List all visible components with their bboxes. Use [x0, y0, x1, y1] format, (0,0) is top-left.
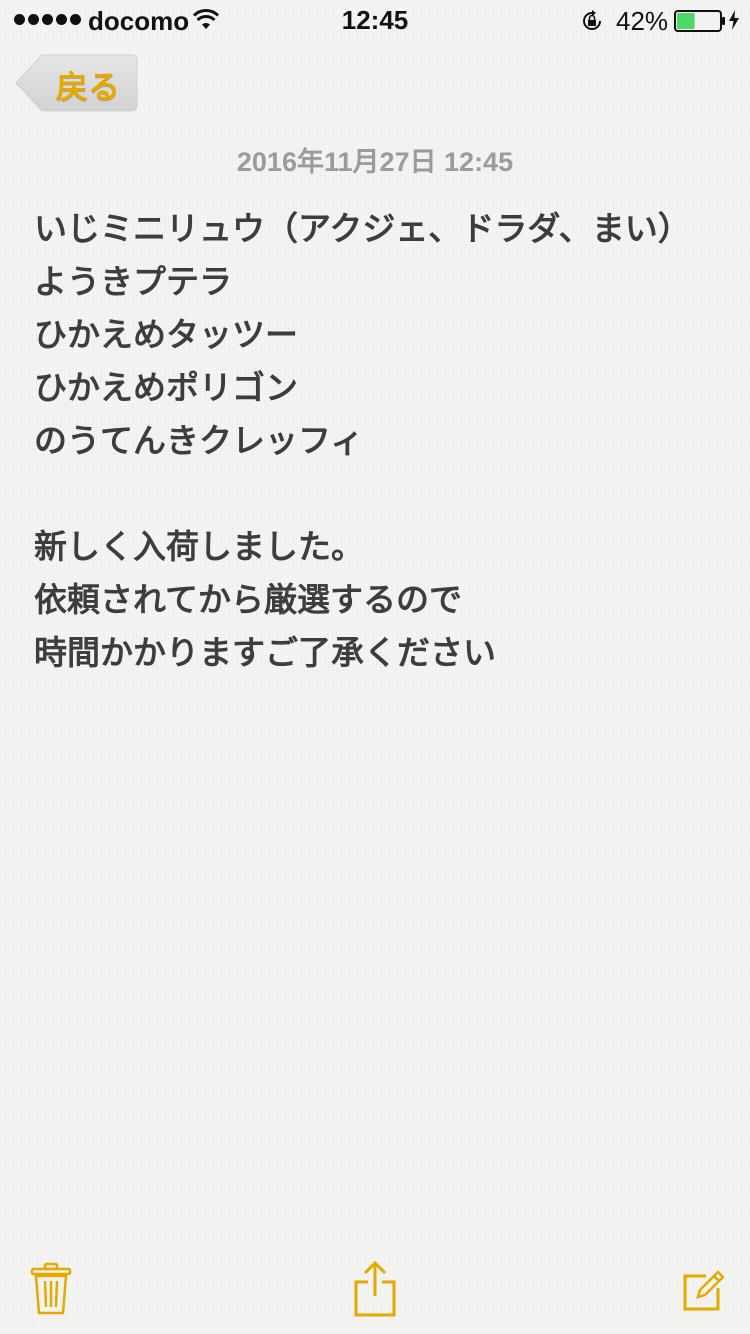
note-line: のうてんきクレッフィ: [34, 421, 364, 460]
note-line: ようきプテラ: [34, 262, 232, 301]
share-icon: [354, 1260, 396, 1317]
delete-button[interactable]: [30, 1262, 72, 1316]
note-line: 新しく入荷しました。: [34, 527, 364, 566]
battery-icon: [674, 10, 725, 32]
note-body[interactable]: いじミニリュウ（アクジェ、ドラダ、まい） ようきプテラ ひかえめタッツー ひかえ…: [34, 202, 734, 679]
note-date: 2016年11月27日 12:45: [236, 147, 514, 177]
status-bar: docomo 12:45 42%: [0, 0, 750, 40]
charging-bolt-icon: [729, 10, 739, 30]
note-line: 依頼されてから厳選するので: [34, 580, 463, 619]
back-button-label: 戻る: [56, 68, 121, 106]
compose-icon: [683, 1270, 725, 1311]
note-line: ひかえめポリゴン: [34, 368, 298, 407]
back-button[interactable]: 戻る: [14, 54, 138, 112]
rotation-lock-icon: [583, 10, 601, 30]
share-button[interactable]: [352, 1260, 398, 1318]
compose-button[interactable]: [682, 1266, 725, 1312]
note-line-blank: [34, 467, 734, 520]
note-line: ひかえめタッツー: [34, 315, 298, 354]
trash-icon: [30, 1262, 72, 1315]
battery-percent: 42%: [616, 6, 669, 36]
note-line: 時間かかりますご了承ください: [34, 633, 496, 672]
note-line: いじミニリュウ（アクジェ、ドラダ、まい）: [34, 209, 691, 248]
